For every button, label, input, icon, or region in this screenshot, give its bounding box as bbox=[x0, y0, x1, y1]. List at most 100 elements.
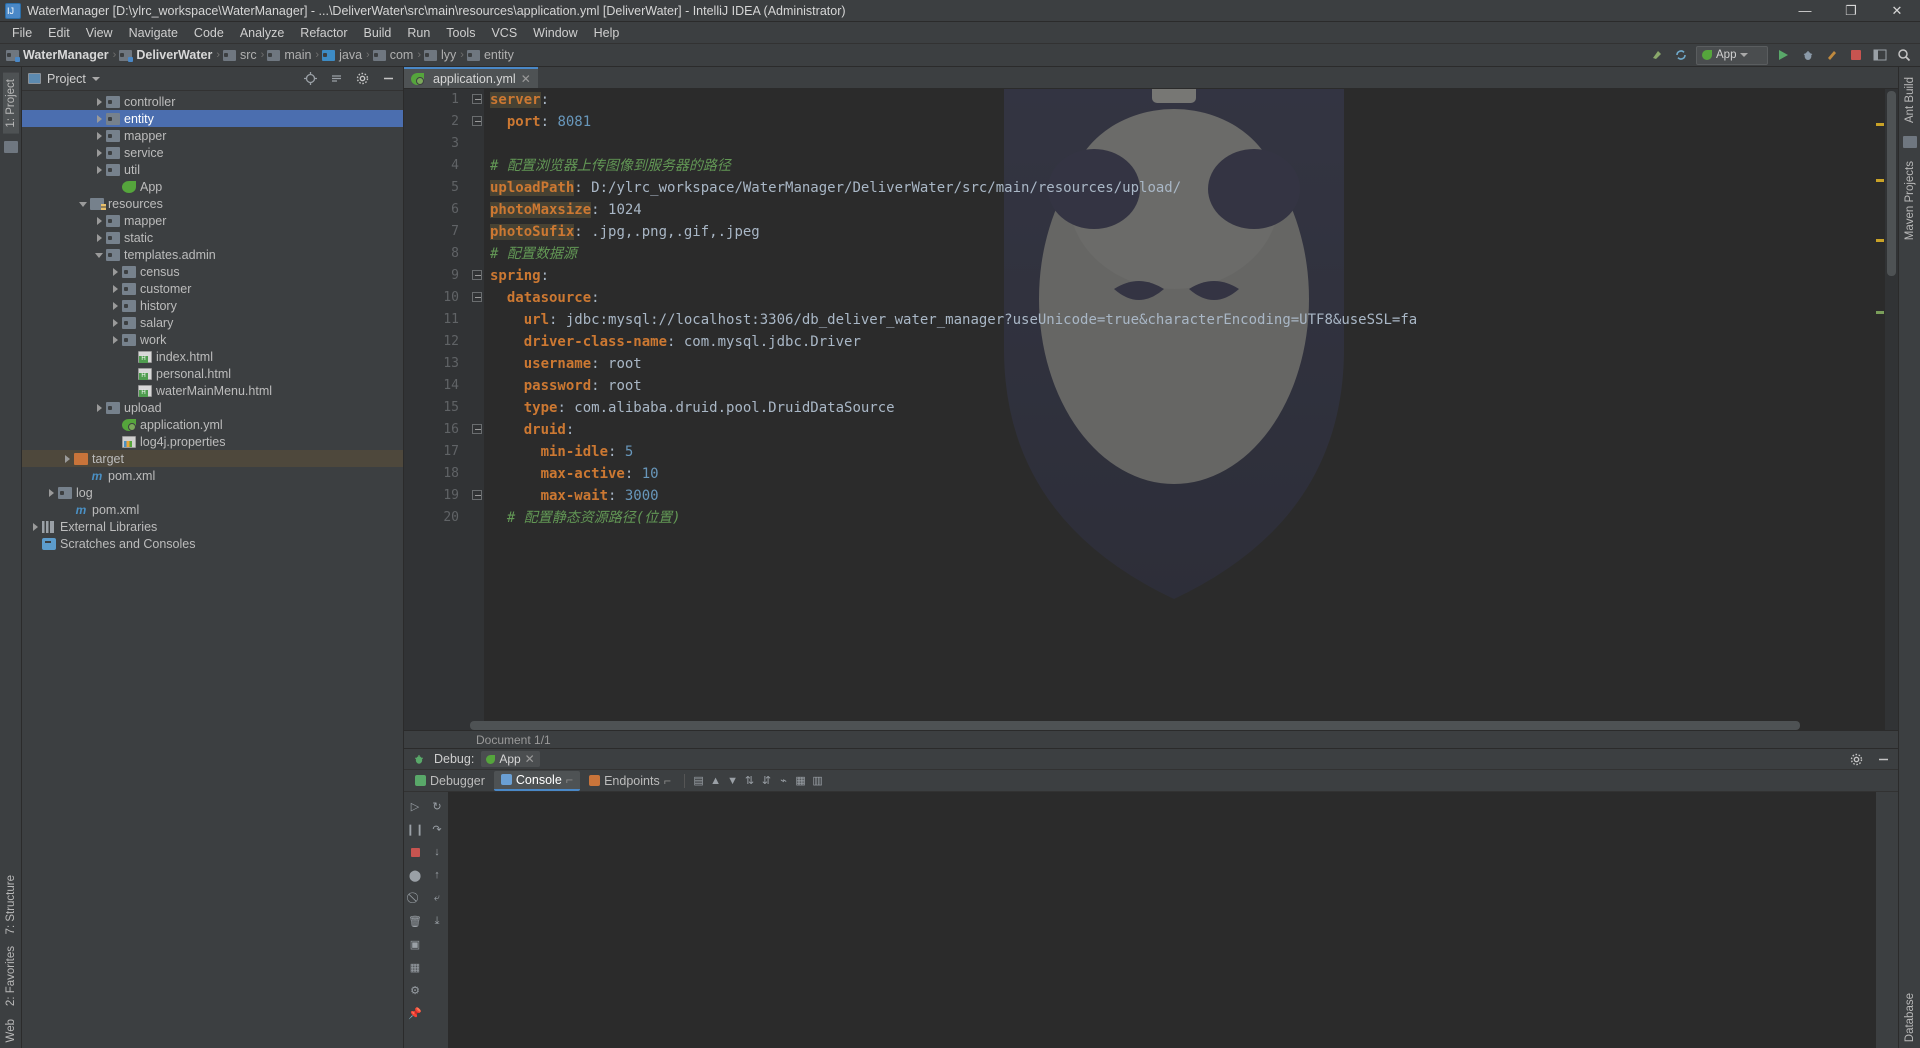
step-into-icon[interactable]: ↓ bbox=[430, 845, 444, 859]
chevron-right-icon[interactable] bbox=[46, 487, 57, 498]
sort-icon[interactable]: ⇅ bbox=[742, 774, 757, 788]
step-out-icon[interactable]: ↑ bbox=[430, 868, 444, 882]
breadcrumb-item-src[interactable]: src bbox=[221, 48, 260, 62]
run-configuration-selector[interactable]: App bbox=[1696, 45, 1768, 65]
code-folding-gutter[interactable] bbox=[470, 89, 484, 748]
menu-item-run[interactable]: Run bbox=[399, 24, 438, 42]
rerun-icon[interactable]: ↻ bbox=[430, 799, 444, 813]
tree-file-item[interactable]: application.yml bbox=[22, 416, 403, 433]
tree-folder-item[interactable]: Scratches and Consoles bbox=[22, 535, 403, 552]
menu-item-view[interactable]: View bbox=[78, 24, 121, 42]
project-tool-window[interactable]: Project controller entity mapper service uti… bbox=[22, 67, 404, 1048]
tree-folder-item[interactable]: App bbox=[22, 178, 403, 195]
pin-tab-icon[interactable]: ⌐ bbox=[566, 773, 573, 787]
fold-marker[interactable] bbox=[470, 265, 484, 287]
chevron-right-icon[interactable] bbox=[110, 266, 121, 277]
tree-folder-item[interactable]: customer bbox=[22, 280, 403, 297]
tree-folder-item[interactable]: salary bbox=[22, 314, 403, 331]
right-tool-strip[interactable]: Ant Build Maven Projects Database bbox=[1898, 67, 1920, 1048]
menu-item-help[interactable]: Help bbox=[586, 24, 628, 42]
debug-tab-endpoints[interactable]: Endpoints ⌐ bbox=[582, 772, 678, 790]
tree-file-item[interactable]: templates.admin bbox=[22, 246, 403, 263]
sidebar-item-maven-projects[interactable]: Maven Projects bbox=[1902, 155, 1918, 246]
menu-item-vcs[interactable]: VCS bbox=[483, 24, 525, 42]
breadcrumb[interactable]: WaterManager › DeliverWater › src › main › java ›… bbox=[4, 48, 517, 62]
tree-folder-item[interactable]: controller bbox=[22, 93, 403, 110]
tree-folder-item[interactable]: target bbox=[22, 450, 403, 467]
pin-icon[interactable]: 📌 bbox=[408, 1006, 422, 1020]
tree-folder-item[interactable]: util bbox=[22, 161, 403, 178]
tree-folder-item[interactable]: census bbox=[22, 263, 403, 280]
tree-file-item[interactable]: m pom.xml bbox=[22, 501, 403, 518]
tree-folder-item[interactable]: log bbox=[22, 484, 403, 501]
soft-wrap-icon[interactable]: ⤶ bbox=[430, 891, 444, 905]
code-line[interactable]: spring: bbox=[490, 265, 1898, 287]
debug-tab-console[interactable]: Console ⌐ bbox=[493, 770, 581, 791]
scrollbar-thumb[interactable] bbox=[1887, 91, 1896, 276]
breadcrumb-item-entity[interactable]: entity bbox=[465, 48, 517, 62]
editor-horizontal-scrollbar[interactable] bbox=[470, 721, 1885, 730]
chevron-down-icon[interactable] bbox=[94, 249, 105, 260]
chevron-right-icon[interactable] bbox=[110, 334, 121, 345]
build-icon[interactable] bbox=[1648, 47, 1665, 64]
chevron-right-icon[interactable] bbox=[62, 453, 73, 464]
stop-button[interactable] bbox=[1847, 47, 1864, 64]
sidebar-item-database[interactable]: Database bbox=[1902, 987, 1918, 1048]
sidebar-item-structure[interactable]: 7: Structure bbox=[3, 869, 19, 940]
code-line[interactable]: username: root bbox=[490, 353, 1898, 375]
code-line[interactable]: max-wait: 3000 bbox=[490, 485, 1898, 507]
layout-icon[interactable] bbox=[1871, 47, 1888, 64]
chevron-right-icon[interactable] bbox=[94, 402, 105, 413]
close-icon[interactable]: ✕ bbox=[525, 752, 535, 766]
console-output[interactable] bbox=[448, 792, 1876, 1048]
fold-marker[interactable] bbox=[470, 287, 484, 309]
chevron-right-icon[interactable] bbox=[94, 215, 105, 226]
scrollbar-thumb[interactable] bbox=[470, 721, 1801, 730]
down-icon[interactable]: ▼ bbox=[725, 774, 740, 788]
resume-icon[interactable]: ▷ bbox=[408, 799, 422, 813]
debug-config-chip[interactable]: App ✕ bbox=[481, 751, 540, 767]
settings-icon[interactable]: ⚙ bbox=[408, 983, 422, 997]
chevron-right-icon[interactable] bbox=[110, 283, 121, 294]
tree-folder-item[interactable]: External Libraries bbox=[22, 518, 403, 535]
debug-stepping-toolbar[interactable]: ▷ ❙❙ ⬤ ⃠ 🗑 ▣ ▦ ⚙ 📌 bbox=[404, 792, 426, 1048]
main-toolbar[interactable]: App bbox=[1648, 45, 1920, 65]
tree-folder-item[interactable]: mapper bbox=[22, 127, 403, 144]
grid-icon[interactable]: ▦ bbox=[408, 960, 422, 974]
code-line[interactable]: # 配置静态资源路径(位置) bbox=[490, 507, 1898, 529]
breadcrumb-item-deliverwater[interactable]: DeliverWater bbox=[117, 48, 215, 62]
code-line[interactable]: max-active: 10 bbox=[490, 463, 1898, 485]
close-button[interactable]: ✕ bbox=[1874, 0, 1920, 22]
code-line[interactable] bbox=[490, 133, 1898, 155]
table-icon[interactable]: ▥ bbox=[810, 774, 825, 788]
chevron-right-icon[interactable] bbox=[94, 96, 105, 107]
code-editor[interactable]: 1 2 3 4 5 6 7 8 9 10 11 12 13 14 15 16 17 18 19 20 server: … bbox=[404, 89, 1898, 748]
tree-file-item[interactable]: waterMainMenu.html bbox=[22, 382, 403, 399]
chevron-right-icon[interactable] bbox=[94, 113, 105, 124]
code-line[interactable]: datasource: bbox=[490, 287, 1898, 309]
pin-tab-icon[interactable]: ⌐ bbox=[664, 774, 671, 788]
code-line[interactable]: type: com.alibaba.druid.pool.DruidDataSo… bbox=[490, 397, 1898, 419]
code-line[interactable]: # 配置浏览器上传图像到服务器的路径 bbox=[490, 155, 1898, 177]
fold-marker[interactable] bbox=[470, 111, 484, 133]
sidebar-item-project[interactable]: 1: Project bbox=[2, 73, 19, 134]
up-icon[interactable]: ▲ bbox=[708, 774, 723, 788]
run-button[interactable] bbox=[1775, 47, 1792, 64]
code-line[interactable]: photoMaxsize: 1024 bbox=[490, 199, 1898, 221]
close-icon[interactable]: ✕ bbox=[521, 72, 531, 86]
code-line[interactable]: min-idle: 5 bbox=[490, 441, 1898, 463]
project-panel-header[interactable]: Project bbox=[22, 67, 403, 91]
chevron-right-icon[interactable] bbox=[94, 164, 105, 175]
chevron-right-icon[interactable] bbox=[94, 130, 105, 141]
collapse-all-icon[interactable] bbox=[328, 70, 345, 87]
mute-breakpoints-icon[interactable]: ⃠ bbox=[408, 891, 422, 905]
maximize-button[interactable]: ❐ bbox=[1828, 0, 1874, 22]
breadcrumb-item-lyy[interactable]: lyy bbox=[422, 48, 459, 62]
tree-folder-item[interactable]: history bbox=[22, 297, 403, 314]
minimize-button[interactable]: — bbox=[1782, 0, 1828, 22]
debug-button[interactable] bbox=[1799, 47, 1816, 64]
step-over-icon[interactable]: ↷ bbox=[430, 822, 444, 836]
scroll-end-icon[interactable]: ⤓ bbox=[430, 914, 444, 928]
layout-icon[interactable]: ▤ bbox=[691, 774, 706, 788]
trash-icon[interactable]: 🗑 bbox=[408, 914, 422, 928]
